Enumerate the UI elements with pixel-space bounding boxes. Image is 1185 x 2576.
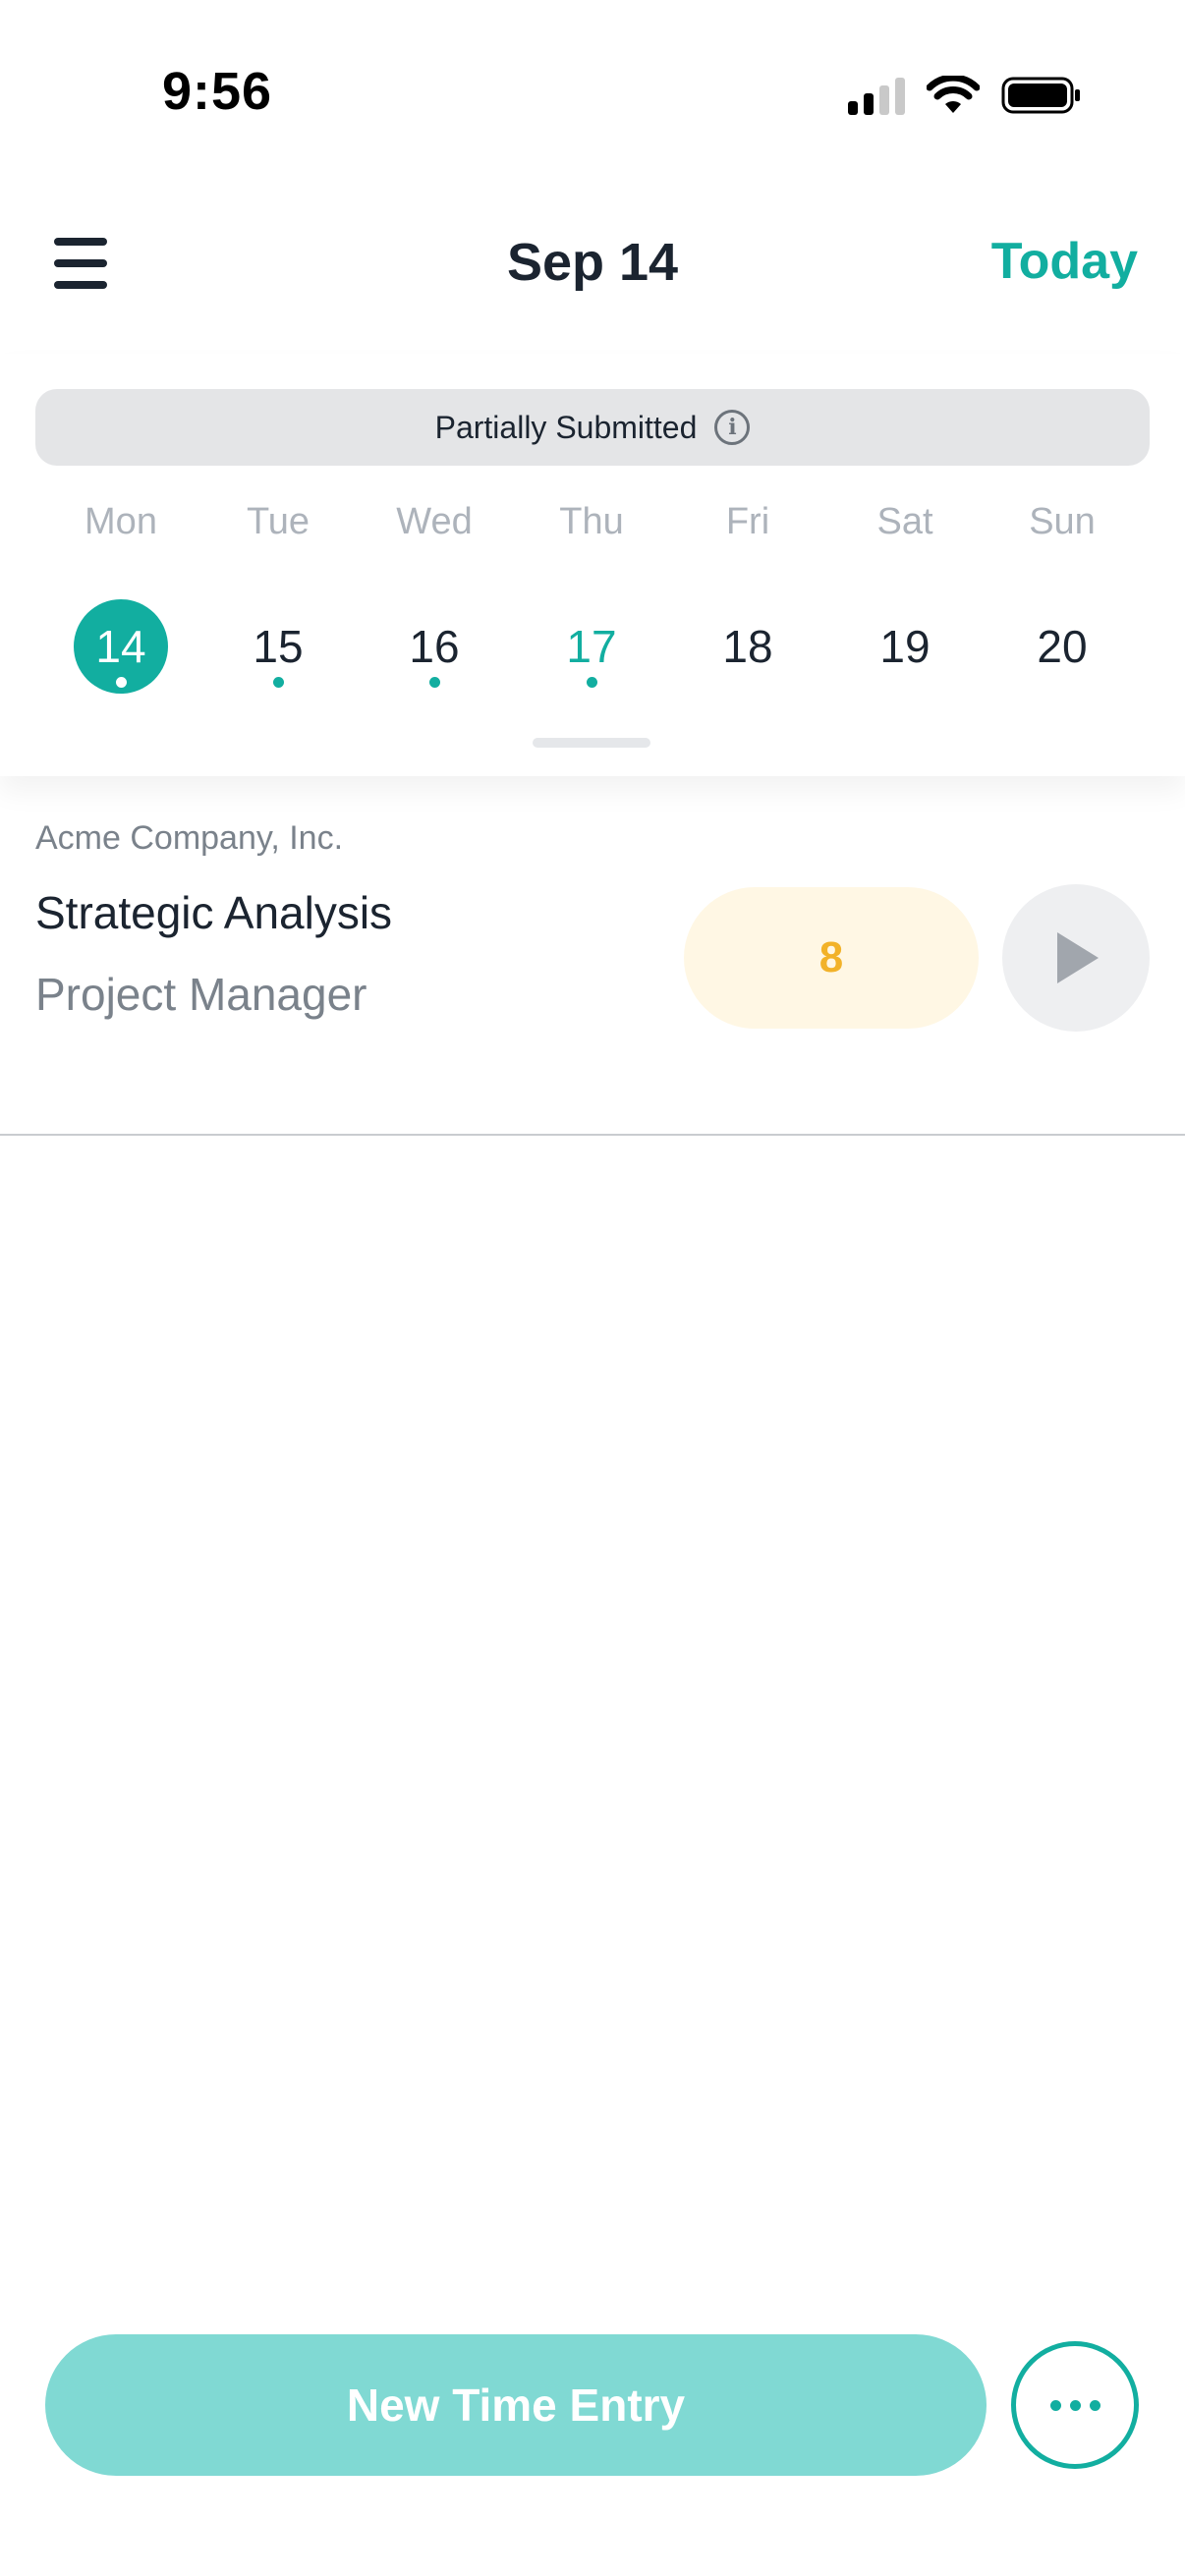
weekday-tue: Tue (246, 501, 310, 542)
battery-icon (1001, 77, 1080, 114)
day-18[interactable]: 18 (701, 599, 795, 694)
day-number: 19 (879, 621, 931, 672)
new-time-entry-button[interactable]: New Time Entry (45, 2334, 987, 2476)
hours-badge[interactable]: 8 (684, 887, 979, 1029)
day-20[interactable]: 20 (1015, 599, 1109, 694)
day-number: 17 (566, 621, 617, 672)
status-time: 9:56 (162, 62, 273, 121)
entry-role: Project Manager (35, 969, 367, 1020)
day-17[interactable]: 17 (544, 599, 639, 694)
info-icon[interactable]: i (714, 410, 751, 445)
wifi-icon (927, 76, 980, 113)
entry-indicator-dot (587, 677, 597, 688)
play-icon[interactable] (1002, 884, 1150, 1032)
status-icons (848, 71, 1082, 120)
weekday-sat: Sat (876, 501, 933, 542)
weekday-fri: Fri (725, 501, 770, 542)
day-15[interactable]: 15 (231, 599, 325, 694)
play-triangle (1057, 932, 1099, 983)
time-entry-row[interactable]: Acme Company, Inc. Strategic Analysis Pr… (0, 776, 1185, 1136)
entry-task: Strategic Analysis (35, 887, 393, 938)
weekday-mon: Mon (85, 501, 157, 542)
weekday-header: Mon Tue Wed Thu Fri Sat Sun (0, 501, 1185, 560)
day-number: 18 (722, 621, 773, 672)
entry-company: Acme Company, Inc. (35, 819, 344, 857)
header: Sep 14 Today (0, 196, 1185, 334)
day-number: 15 (253, 621, 304, 672)
day-number: 16 (409, 621, 460, 672)
day-19[interactable]: 19 (858, 599, 952, 694)
day-number: 14 (95, 621, 146, 672)
more-dots-icon[interactable] (1011, 2341, 1139, 2469)
day-number: 20 (1037, 621, 1088, 672)
today-button[interactable]: Today (991, 232, 1138, 291)
day-14[interactable]: 14 (74, 599, 168, 694)
timesheet-screen: 9:56 Sep 14 Today Partially Submitted i … (0, 0, 1185, 2576)
submission-status-banner[interactable]: Partially Submitted i (35, 389, 1150, 466)
entry-indicator-dot (273, 677, 284, 688)
weekday-thu: Thu (559, 501, 624, 542)
status-bar: 9:56 (0, 0, 1185, 187)
day-picker: 14 15 16 17 18 19 20 (0, 599, 1185, 707)
entry-indicator-dot (429, 677, 440, 688)
submission-status-label: Partially Submitted (434, 409, 698, 445)
entry-indicator-dot (116, 677, 127, 688)
drag-handle[interactable] (533, 738, 650, 748)
day-16[interactable]: 16 (387, 599, 481, 694)
hours-value: 8 (818, 933, 844, 981)
weekday-sun: Sun (1029, 501, 1096, 542)
week-calendar: Partially Submitted i Mon Tue Wed Thu Fr… (0, 354, 1185, 776)
cellular-signal-icon (848, 76, 905, 115)
weekday-wed: Wed (396, 501, 473, 542)
